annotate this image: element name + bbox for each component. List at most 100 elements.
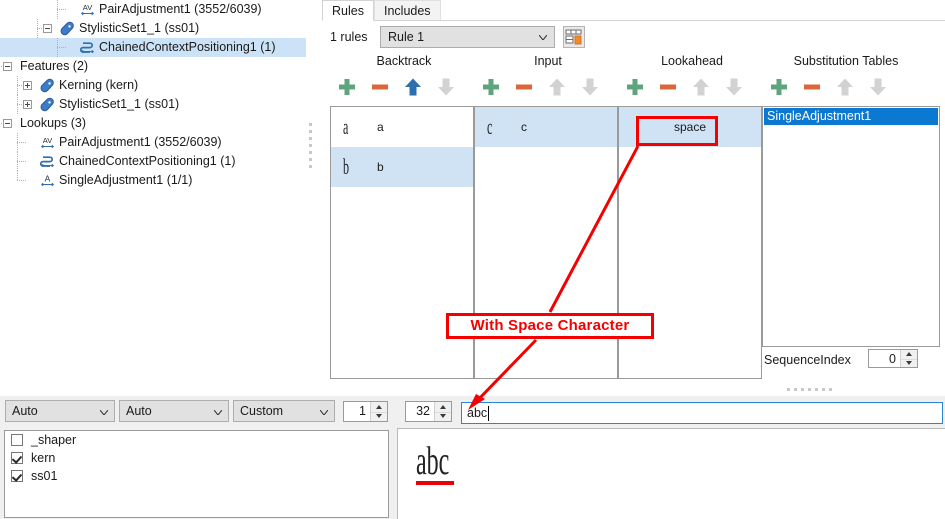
column-title-lookahead: Lookahead bbox=[661, 54, 723, 68]
tree-item[interactable]: ChainedContextPositioning1 (1) bbox=[0, 38, 306, 57]
input-move-down-button[interactable] bbox=[579, 76, 601, 98]
tree-expander[interactable] bbox=[3, 62, 12, 71]
glyph-name: c bbox=[521, 120, 527, 134]
rule-table-button[interactable] bbox=[563, 26, 585, 48]
shaper-dropdown[interactable]: Custom bbox=[233, 400, 335, 422]
tree-connector bbox=[17, 161, 26, 162]
input-add-button[interactable] bbox=[480, 76, 502, 98]
input-move-up-button[interactable] bbox=[546, 76, 568, 98]
substitution-toolbar bbox=[768, 76, 898, 98]
tree-connector bbox=[57, 9, 66, 10]
sequence-index-stepper[interactable] bbox=[900, 350, 917, 367]
lookups-tree-panel[interactable]: AV PairAdjustment1 (3552/6039) StylisticSe… bbox=[0, 0, 306, 387]
lookahead-remove-button[interactable] bbox=[657, 76, 679, 98]
tree-item[interactable]: AV PairAdjustment1 (3552/6039) bbox=[0, 133, 306, 152]
sequence-index-down-button[interactable] bbox=[901, 359, 917, 368]
sequence-index-label: SequenceIndex bbox=[764, 353, 851, 367]
tree-item-label: ChainedContextPositioning1 (1) bbox=[59, 154, 236, 168]
backtrack-add-button[interactable] bbox=[336, 76, 358, 98]
tree-connector bbox=[17, 171, 18, 180]
font-size-spinner-value: 32 bbox=[416, 404, 430, 418]
tree-connector bbox=[37, 19, 38, 38]
substitution-remove-button[interactable] bbox=[801, 76, 823, 98]
variation-spinner[interactable]: 1 bbox=[343, 401, 388, 422]
list-item[interactable]: bb bbox=[331, 147, 473, 187]
tree-expander[interactable] bbox=[3, 119, 12, 128]
tree-item[interactable]: ChainedContextPositioning1 (1) bbox=[0, 152, 306, 171]
tab-includes[interactable]: Includes bbox=[374, 0, 441, 21]
sequence-index-spinner[interactable]: 0 bbox=[868, 349, 918, 368]
tree-expander[interactable] bbox=[43, 24, 52, 33]
list-item[interactable]: cc bbox=[475, 107, 617, 147]
tag-icon bbox=[40, 97, 55, 112]
tree-item[interactable]: A SingleAdjustment1 (1/1) bbox=[0, 171, 306, 190]
lookahead-add-button[interactable] bbox=[624, 76, 646, 98]
lookahead-move-down-button[interactable] bbox=[723, 76, 745, 98]
tree-item-label: Features (2) bbox=[20, 59, 89, 73]
tree-item[interactable]: AV PairAdjustment1 (3552/6039) bbox=[0, 0, 306, 19]
input-remove-button[interactable] bbox=[513, 76, 535, 98]
list-item[interactable]: aa bbox=[331, 107, 473, 147]
variation-stepper[interactable] bbox=[370, 402, 387, 421]
text-cursor bbox=[488, 406, 490, 421]
backtrack-remove-button[interactable] bbox=[369, 76, 391, 98]
font-size-stepper[interactable] bbox=[434, 402, 451, 421]
tree-connector bbox=[17, 142, 26, 143]
feature-label: _shaper bbox=[31, 433, 77, 447]
backtrack-move-up-button[interactable] bbox=[402, 76, 424, 98]
variation-down-button[interactable] bbox=[371, 412, 387, 422]
script-dropdown[interactable]: Auto bbox=[5, 400, 115, 422]
tree-item[interactable]: Kerning (kern) bbox=[0, 76, 306, 95]
column-title-backtrack: Backtrack bbox=[376, 54, 432, 68]
tree-item-label: StylisticSet1_1 (ss01) bbox=[79, 21, 200, 35]
feature-row[interactable]: ss01 bbox=[5, 467, 388, 485]
font-size-spinner[interactable]: 32 bbox=[405, 401, 452, 422]
text-preview-pane: abc bbox=[397, 428, 945, 519]
feature-row[interactable]: _shaper bbox=[5, 431, 388, 449]
tree-item-label: StylisticSet1_1 (ss01) bbox=[59, 97, 180, 111]
tree-connector bbox=[57, 0, 58, 19]
tree-item-label: SingleAdjustment1 (1/1) bbox=[59, 173, 193, 187]
feature-checkbox[interactable] bbox=[11, 434, 23, 446]
variation-spinner-value: 1 bbox=[359, 404, 366, 418]
feature-checkbox[interactable] bbox=[11, 470, 23, 482]
glyph-preview: a bbox=[343, 114, 349, 139]
font-size-down-button[interactable] bbox=[435, 412, 451, 422]
tree-connector bbox=[17, 95, 18, 114]
vertical-splitter-grip[interactable] bbox=[309, 123, 313, 172]
feature-label: ss01 bbox=[31, 469, 58, 483]
feature-label: kern bbox=[31, 451, 56, 465]
preview-underline bbox=[416, 481, 454, 485]
rule-selector-dropdown[interactable]: Rule 1 bbox=[380, 26, 555, 48]
tree-expander[interactable] bbox=[23, 100, 32, 109]
tree-expander[interactable] bbox=[23, 81, 32, 90]
tree-item[interactable]: StylisticSet1_1 (ss01) bbox=[0, 95, 306, 114]
substitution-table-item[interactable]: SingleAdjustment1 bbox=[764, 108, 938, 125]
chevron-down-icon bbox=[100, 410, 108, 415]
feature-checkbox[interactable] bbox=[11, 452, 23, 464]
chevron-down-icon bbox=[539, 35, 547, 40]
language-dropdown[interactable]: Auto bbox=[119, 400, 229, 422]
sample-text-input[interactable]: abc bbox=[461, 402, 943, 424]
substitution-tables-list[interactable]: SingleAdjustment1 bbox=[762, 106, 940, 347]
feature-row[interactable]: kern bbox=[5, 449, 388, 467]
lookahead-move-up-button[interactable] bbox=[690, 76, 712, 98]
horizontal-splitter-grip[interactable] bbox=[787, 388, 836, 392]
substitution-move-up-button[interactable] bbox=[834, 76, 856, 98]
preview-text: abc bbox=[416, 438, 450, 483]
svg-text:AV: AV bbox=[43, 136, 52, 145]
tree-connector bbox=[17, 133, 18, 152]
glyph-name: b bbox=[377, 160, 384, 174]
tree-connector bbox=[17, 180, 26, 181]
backtrack-move-down-button[interactable] bbox=[435, 76, 457, 98]
tree-item[interactable]: StylisticSet1_1 (ss01) bbox=[0, 19, 306, 38]
tab-rules[interactable]: Rules bbox=[322, 0, 374, 21]
backtrack-toolbar bbox=[336, 76, 466, 98]
feature-checkbox-list[interactable]: _shaperkern ss01 bbox=[4, 430, 389, 518]
tree-connector bbox=[57, 47, 66, 48]
tree-item-label: ChainedContextPositioning1 (1) bbox=[99, 40, 276, 54]
tree-item[interactable]: Features (2) bbox=[0, 57, 306, 76]
tree-item[interactable]: Lookups (3) bbox=[0, 114, 306, 133]
substitution-move-down-button[interactable] bbox=[867, 76, 889, 98]
substitution-add-button[interactable] bbox=[768, 76, 790, 98]
